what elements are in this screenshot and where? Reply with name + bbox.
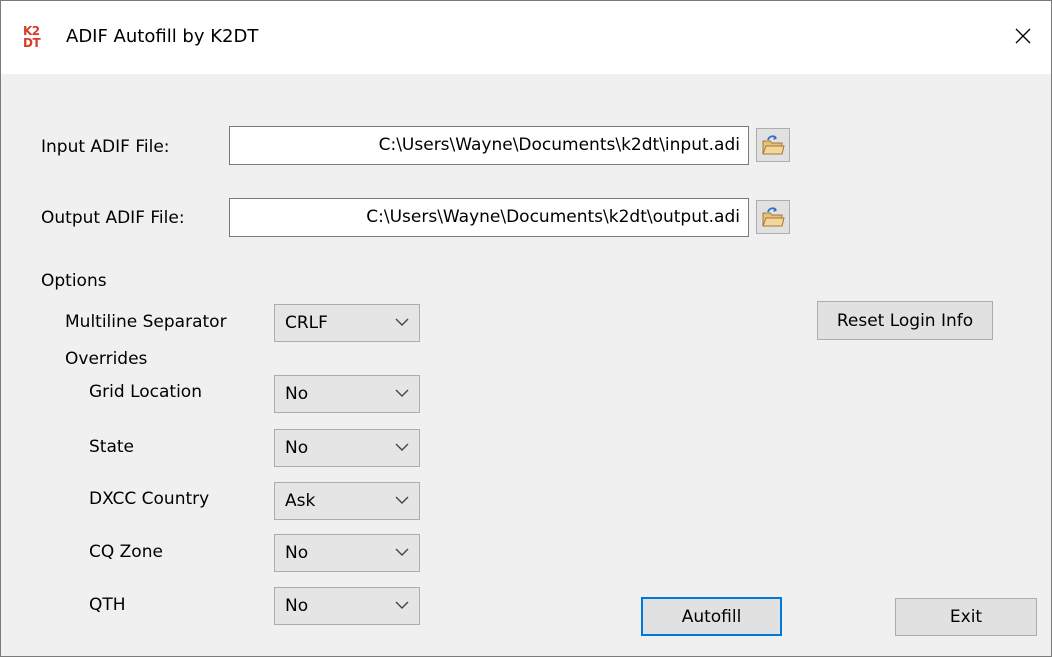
cq-zone-label: CQ Zone: [89, 542, 163, 562]
folder-open-icon: [762, 135, 785, 155]
state-value: No: [285, 438, 309, 458]
multiline-separator-value: CRLF: [285, 313, 328, 333]
app-window: K2 DT ADIF Autofill by K2DT Input ADIF F…: [0, 0, 1052, 657]
dxcc-country-value: Ask: [285, 491, 316, 511]
chevron-down-icon: [395, 496, 409, 504]
multiline-separator-label: Multiline Separator: [65, 312, 227, 332]
chevron-down-icon: [395, 548, 409, 556]
input-browse-button[interactable]: [756, 128, 790, 162]
autofill-button[interactable]: Autofill: [641, 597, 782, 636]
input-file-label: Input ADIF File:: [41, 137, 170, 157]
overrides-heading: Overrides: [65, 349, 148, 369]
cq-zone-value: No: [285, 543, 309, 563]
exit-button[interactable]: Exit: [895, 598, 1037, 636]
grid-location-select[interactable]: No: [274, 375, 420, 413]
qth-label: QTH: [89, 595, 126, 615]
title-bar[interactable]: K2 DT ADIF Autofill by K2DT: [1, 1, 1051, 74]
folder-open-icon: [762, 207, 785, 227]
output-browse-button[interactable]: [756, 200, 790, 234]
close-button[interactable]: [997, 11, 1049, 61]
grid-location-label: Grid Location: [89, 382, 202, 402]
input-file-field[interactable]: C:\Users\Wayne\Documents\k2dt\input.adi: [229, 126, 749, 165]
chevron-down-icon: [395, 318, 409, 326]
qth-value: No: [285, 596, 309, 616]
chevron-down-icon: [395, 443, 409, 451]
qth-select[interactable]: No: [274, 587, 420, 625]
multiline-separator-select[interactable]: CRLF: [274, 304, 420, 342]
grid-location-value: No: [285, 384, 309, 404]
cq-zone-select[interactable]: No: [274, 534, 420, 572]
options-heading: Options: [41, 271, 107, 291]
chevron-down-icon: [395, 601, 409, 609]
state-label: State: [89, 437, 134, 457]
output-file-field[interactable]: C:\Users\Wayne\Documents\k2dt\output.adi: [229, 198, 749, 237]
dxcc-country-label: DXCC Country: [89, 489, 210, 509]
window-title: ADIF Autofill by K2DT: [66, 26, 259, 47]
k2dt-logo-icon: K2 DT: [23, 25, 49, 51]
chevron-down-icon: [395, 389, 409, 397]
state-select[interactable]: No: [274, 429, 420, 467]
output-file-label: Output ADIF File:: [41, 208, 185, 228]
logo-line-2: DT: [23, 36, 41, 50]
reset-login-button[interactable]: Reset Login Info: [817, 301, 993, 340]
dxcc-country-select[interactable]: Ask: [274, 482, 420, 520]
close-icon: [1015, 28, 1031, 44]
